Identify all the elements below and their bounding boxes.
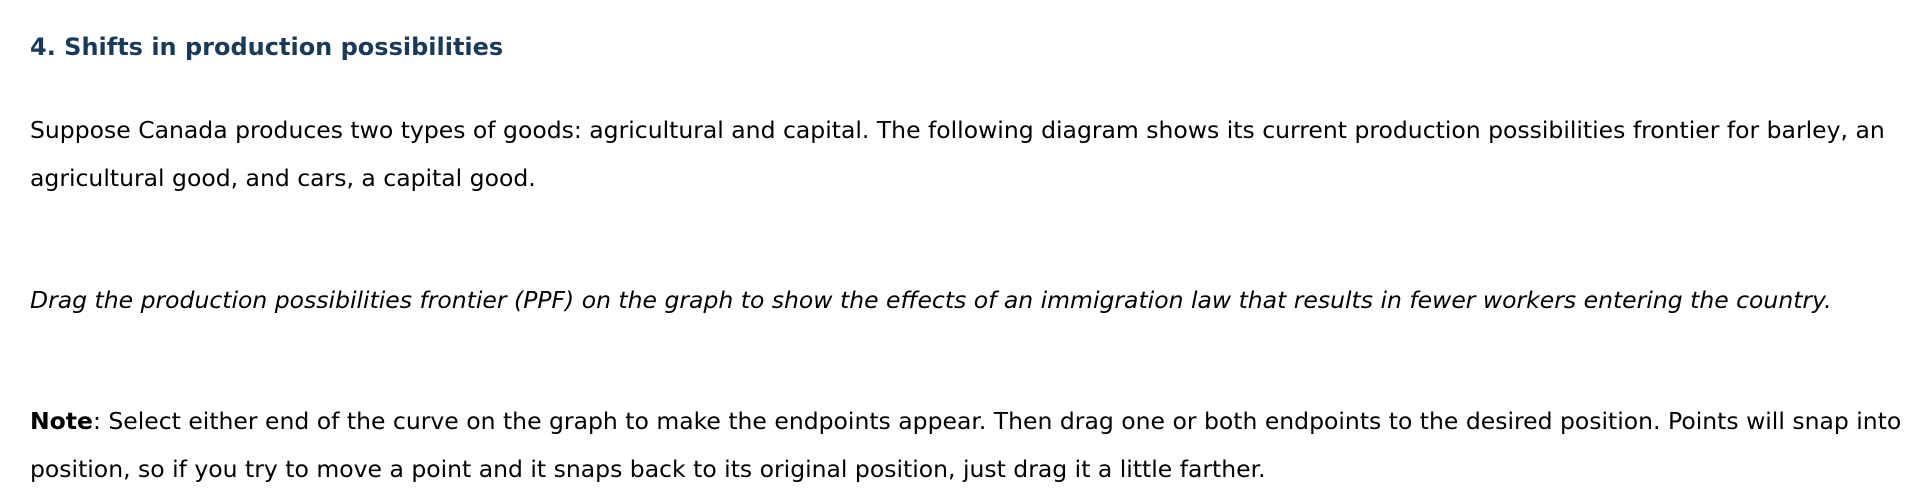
section-title: 4. Shifts in production possibilities — [30, 33, 504, 61]
note-paragraph: Note: Select either end of the curve on … — [30, 397, 1910, 493]
instruction-paragraph: Drag the production possibilities fronti… — [30, 286, 1832, 314]
intro-paragraph: Suppose Canada produces two types of goo… — [30, 116, 1885, 192]
note-label: Note — [30, 407, 93, 435]
note-text: : Select either end of the curve on the … — [30, 407, 1902, 483]
